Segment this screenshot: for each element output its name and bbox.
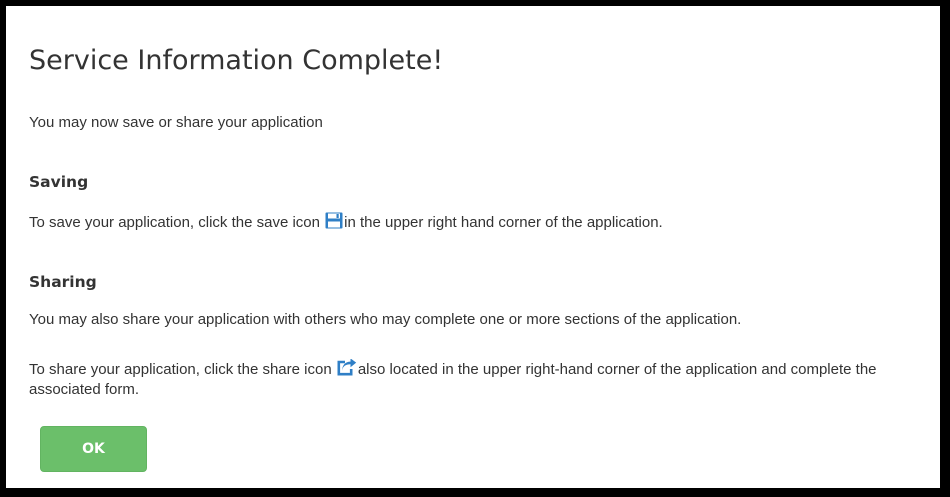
sharing-heading: Sharing xyxy=(29,273,97,291)
saving-text-after-icon: in the upper right hand corner of the ap… xyxy=(344,214,663,231)
saving-text-before-icon: To save your application, click the save… xyxy=(29,214,325,231)
ok-button[interactable]: OK xyxy=(40,426,147,472)
sharing-text-before-icon: To share your application, click the sha… xyxy=(29,361,336,378)
dialog-title: Service Information Complete! xyxy=(29,45,444,76)
sharing-instructions: To share your application, click the sha… xyxy=(29,359,929,400)
intro-text: You may now save or share your applicati… xyxy=(29,114,323,131)
share-icon xyxy=(337,359,357,376)
save-icon xyxy=(325,212,343,229)
saving-instructions: To save your application, click the save… xyxy=(29,212,663,233)
dialog: Service Information Complete! You may no… xyxy=(6,6,940,488)
saving-heading: Saving xyxy=(29,173,89,191)
sharing-description: You may also share your application with… xyxy=(29,311,742,328)
